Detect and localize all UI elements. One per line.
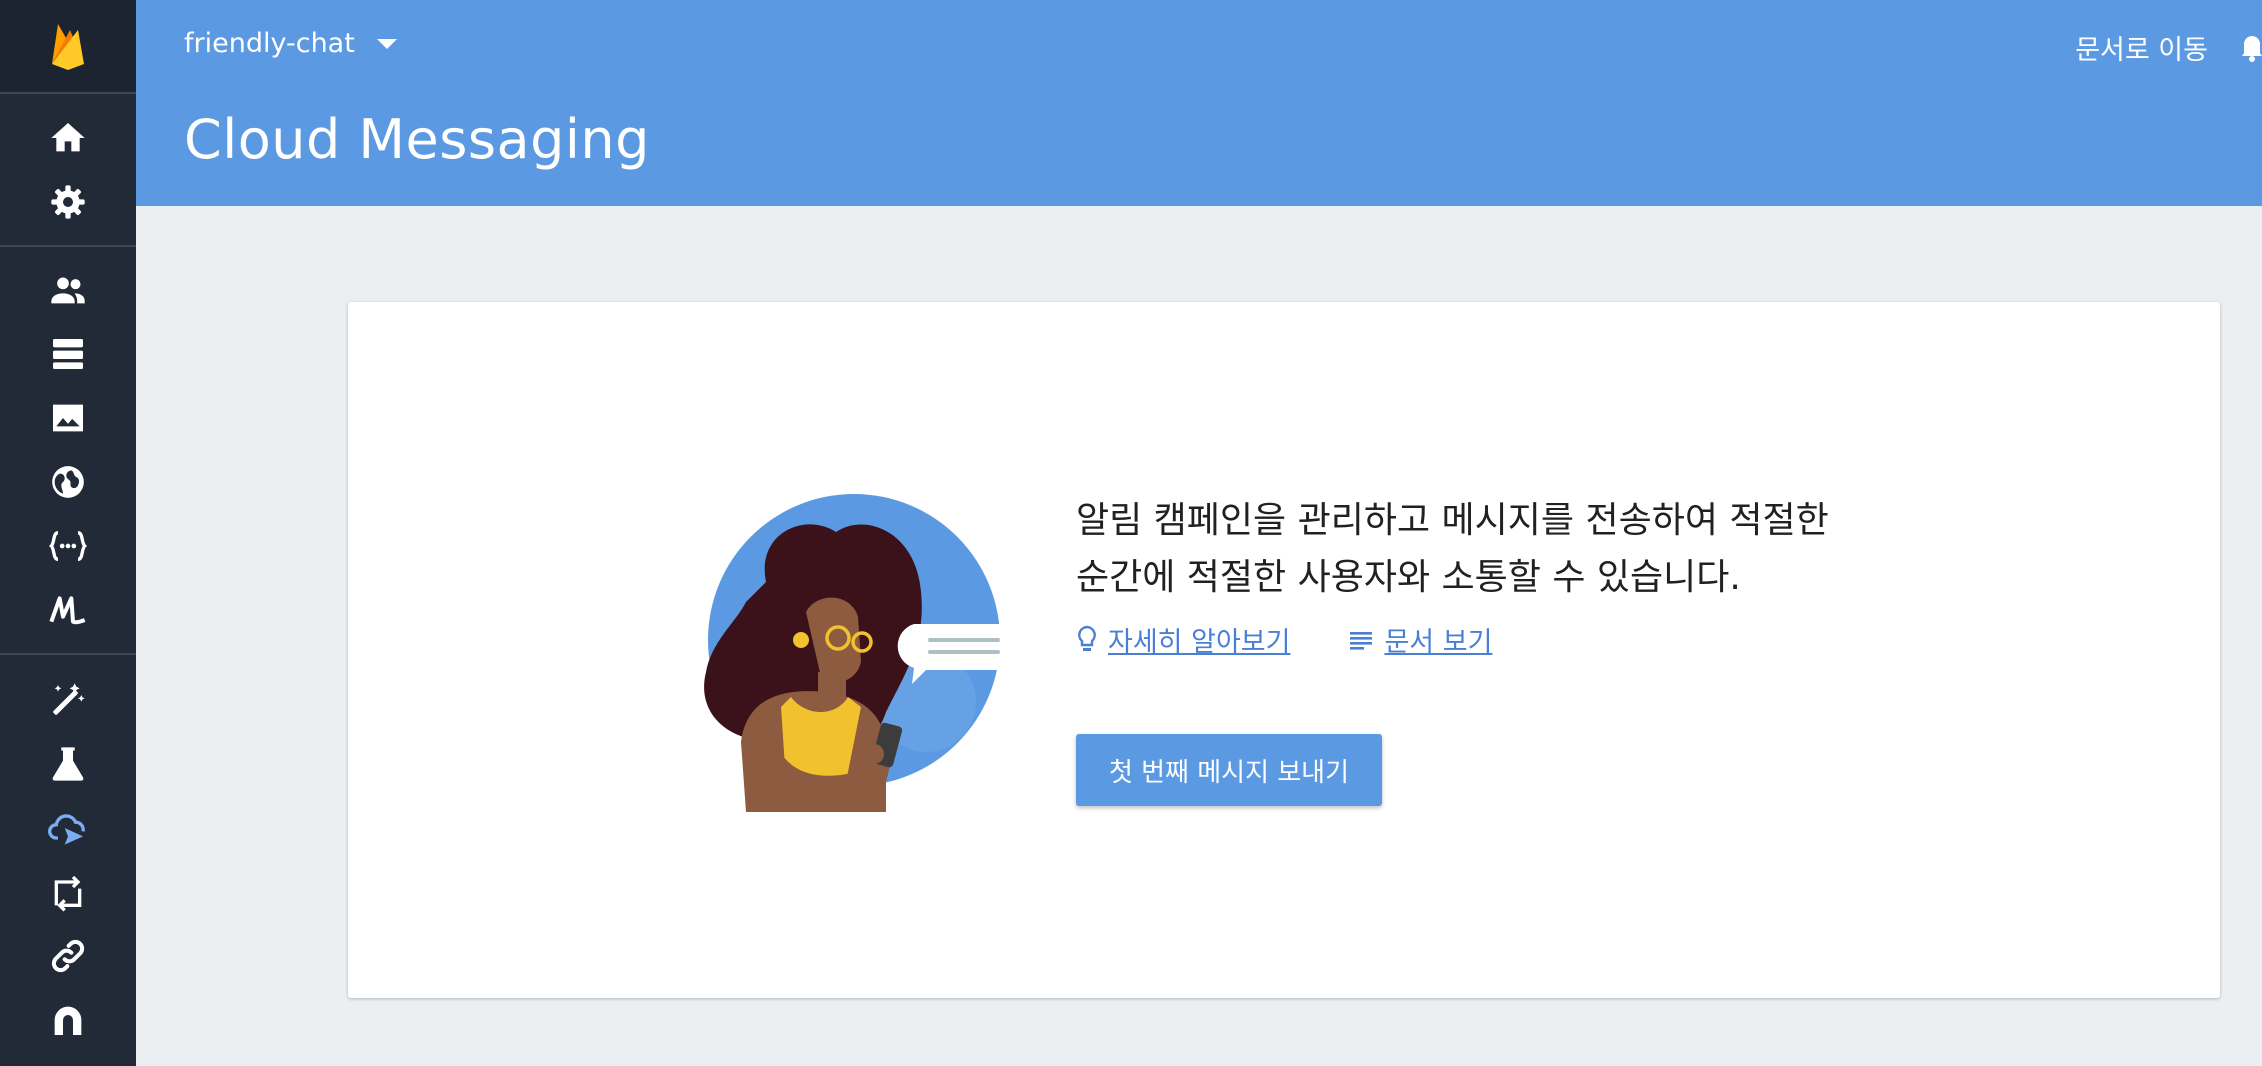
learn-more-link[interactable]: 자세히 알아보기 <box>1076 620 1290 659</box>
sidebar-divider <box>0 92 136 94</box>
go-to-docs-link[interactable]: 문서로 이동 <box>2075 28 2208 67</box>
view-docs-label: 문서 보기 <box>1384 627 1493 658</box>
project-name: friendly-chat <box>184 28 355 59</box>
magic-wand-icon <box>53 683 85 715</box>
sidebar-item-crashlytics[interactable] <box>0 670 136 730</box>
sidebar-divider <box>0 653 136 655</box>
project-selector[interactable]: friendly-chat <box>184 28 397 59</box>
people-icon <box>51 277 85 304</box>
flask-icon <box>52 747 84 781</box>
firebase-flame-icon <box>52 24 84 70</box>
view-docs-link[interactable]: 문서 보기 <box>1348 620 1492 659</box>
bell-icon[interactable] <box>2238 28 2262 66</box>
learn-more-label: 자세히 알아보기 <box>1108 627 1291 658</box>
sidebar-divider <box>0 245 136 247</box>
sidebar <box>0 0 136 1066</box>
document-lines-icon <box>1350 631 1373 650</box>
ml-icon <box>49 596 86 625</box>
app-distribution-icon <box>54 1006 82 1035</box>
description-line-1: 알림 캠페인을 관리하고 메시지를 전송하여 적절한 <box>1076 500 1829 541</box>
empty-state-description: 알림 캠페인을 관리하고 메시지를 전송하여 적절한 순간에 적절한 사용자와 … <box>1076 492 1936 606</box>
page-header: friendly-chat Cloud Messaging 문서로 이동 <box>136 0 2262 206</box>
sidebar-item-remote-config[interactable] <box>0 862 136 922</box>
database-icon <box>53 339 83 369</box>
help-links: 자세히 알아보기 문서 보기 <box>1076 620 1550 659</box>
sidebar-item-functions[interactable] <box>0 516 136 576</box>
description-line-2: 순간에 적절한 사용자와 소통할 수 있습니다. <box>1076 557 1741 598</box>
home-icon <box>51 123 85 152</box>
lightbulb-icon <box>1078 625 1096 651</box>
sidebar-item-settings[interactable] <box>0 172 136 232</box>
functions-icon <box>48 531 88 561</box>
sidebar-item-app-distribution[interactable] <box>0 990 136 1050</box>
remote-config-icon <box>54 875 82 912</box>
sidebar-item-dynamic-links[interactable] <box>0 926 136 986</box>
sidebar-item-test-lab[interactable] <box>0 734 136 794</box>
send-first-message-button[interactable]: 첫 번째 메시지 보내기 <box>1076 734 1382 806</box>
sidebar-item-cloud-messaging[interactable] <box>0 798 136 858</box>
image-icon <box>53 404 83 432</box>
gear-icon <box>51 185 85 219</box>
sidebar-item-storage[interactable] <box>0 388 136 448</box>
sidebar-item-database[interactable] <box>0 324 136 384</box>
sidebar-item-ml-kit[interactable] <box>0 580 136 640</box>
woman-with-phone-illustration <box>704 494 1006 812</box>
link-icon <box>51 939 85 973</box>
firebase-logo[interactable] <box>0 0 136 92</box>
cloud-messaging-icon <box>48 814 85 845</box>
globe-icon <box>52 466 84 498</box>
sidebar-item-hosting[interactable] <box>0 452 136 512</box>
sidebar-item-authentication[interactable] <box>0 260 136 320</box>
sidebar-item-home[interactable] <box>0 108 136 168</box>
page-title: Cloud Messaging <box>184 108 650 171</box>
chevron-down-icon <box>376 38 397 49</box>
empty-state-card: 알림 캠페인을 관리하고 메시지를 전송하여 적절한 순간에 적절한 사용자와 … <box>348 302 2220 998</box>
